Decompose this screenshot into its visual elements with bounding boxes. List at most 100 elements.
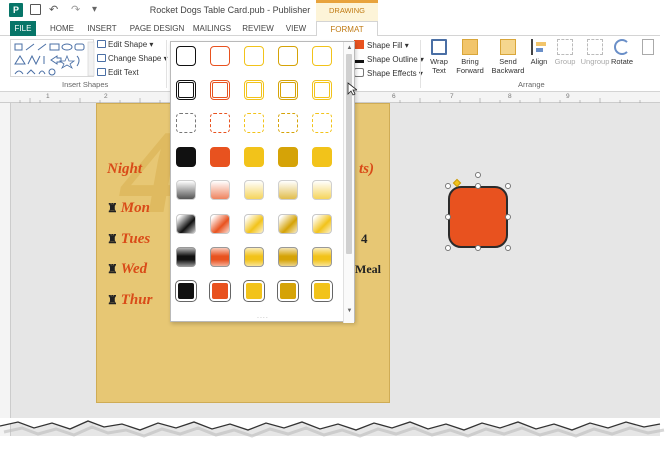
shape-style-swatch[interactable] xyxy=(176,46,196,66)
shape-style-swatch[interactable] xyxy=(278,46,298,66)
shape-style-swatch[interactable] xyxy=(244,280,264,301)
shape-style-swatch[interactable] xyxy=(312,247,332,267)
shape-style-swatch[interactable] xyxy=(210,146,230,167)
shape-style-swatch[interactable] xyxy=(210,113,230,133)
shape-style-swatch[interactable] xyxy=(210,280,230,301)
shape-style-swatch[interactable] xyxy=(176,280,196,301)
tab-format[interactable]: FORMAT xyxy=(316,21,378,37)
shape-style-swatch[interactable] xyxy=(210,46,230,66)
block-arrow-shape-icon[interactable] xyxy=(50,55,62,65)
shape-style-swatch[interactable] xyxy=(176,113,196,133)
send-backward-button[interactable]: Send Backward xyxy=(488,39,528,75)
resize-handle-nw[interactable] xyxy=(445,183,451,189)
shape-style-swatch[interactable] xyxy=(244,213,264,234)
tab-page-design[interactable]: PAGE DESIGN xyxy=(128,21,186,36)
wrap-text-button[interactable]: Wrap Text xyxy=(424,39,454,75)
shape-style-swatch[interactable] xyxy=(244,46,264,66)
shapes-gallery-scroll[interactable] xyxy=(87,41,95,77)
edit-shape-button[interactable]: Edit Shape ▾ xyxy=(97,40,153,49)
shape-styles-gallery[interactable]: ▲ ▼ .... xyxy=(170,41,355,323)
arc-shape-icon[interactable] xyxy=(14,70,24,75)
shape-effects-button[interactable]: Shape Effects ▾ xyxy=(354,68,423,78)
card-text-night[interactable]: Night xyxy=(107,161,142,178)
edit-text-button[interactable]: Edit Text xyxy=(97,68,139,77)
rotation-handle[interactable] xyxy=(475,172,481,178)
circle-shape-icon[interactable] xyxy=(48,68,56,76)
shape-style-swatch[interactable] xyxy=(176,247,196,267)
line-shape-icon[interactable] xyxy=(25,43,35,51)
shape-style-swatch[interactable] xyxy=(176,180,196,200)
more-arrange-button[interactable] xyxy=(640,39,656,57)
triangle-shape-icon[interactable] xyxy=(14,55,26,65)
shape-style-swatch[interactable] xyxy=(244,180,264,200)
align-button[interactable]: Align xyxy=(528,39,550,66)
rounded-rectangle-shape[interactable] xyxy=(448,186,508,248)
tab-file[interactable]: FILE xyxy=(10,21,36,36)
card-text-tuesday-end[interactable]: 4 xyxy=(361,231,368,247)
shape-style-swatch[interactable] xyxy=(278,146,298,167)
resize-handle-n[interactable] xyxy=(475,183,481,189)
tab-review[interactable]: REVIEW xyxy=(238,21,278,36)
shape-style-swatch[interactable] xyxy=(244,79,264,100)
card-text-monday[interactable]: ♜ Mon xyxy=(107,200,150,217)
card-text-thursday[interactable]: ♜ Thur xyxy=(107,292,152,309)
rectangle-shape-icon[interactable] xyxy=(49,43,60,51)
shape-style-swatch[interactable] xyxy=(278,247,298,267)
freeform-shape-icon[interactable] xyxy=(27,54,41,66)
brace-shape-icon[interactable] xyxy=(76,55,80,67)
resize-handle-s[interactable] xyxy=(475,245,481,251)
resize-handle-e[interactable] xyxy=(505,214,511,220)
card-text-night-end[interactable]: ts) xyxy=(359,161,374,178)
rounded-rect-shape-icon[interactable] xyxy=(74,43,85,51)
shape-style-swatch[interactable] xyxy=(312,180,332,200)
bring-forward-button[interactable]: Bring Forward xyxy=(452,39,488,75)
shape-style-swatch[interactable] xyxy=(278,79,298,100)
shape-outline-button[interactable]: Shape Outline ▾ xyxy=(354,54,424,64)
card-text-tuesday[interactable]: ♜ Tues xyxy=(107,231,150,248)
rotate-button[interactable]: Rotate xyxy=(608,39,636,66)
resize-handle-ne[interactable] xyxy=(505,183,511,189)
star-shape-icon[interactable] xyxy=(58,54,76,70)
shape-style-swatch[interactable] xyxy=(312,79,332,100)
gallery-resize-grip[interactable]: .... xyxy=(257,313,269,320)
curve-shape-icon[interactable] xyxy=(38,70,46,75)
shape-style-swatch[interactable] xyxy=(278,180,298,200)
scroll-down-icon[interactable]: ▼ xyxy=(345,308,354,314)
tab-mailings[interactable]: MAILINGS xyxy=(190,21,234,36)
arrow-shape-icon[interactable] xyxy=(37,43,47,51)
shape-style-swatch[interactable] xyxy=(312,213,332,234)
shape-style-swatch[interactable] xyxy=(176,213,196,234)
tab-home[interactable]: HOME xyxy=(44,21,80,36)
shape-fill-button[interactable]: Shape Fill ▾ xyxy=(354,40,409,50)
shape-style-swatch[interactable] xyxy=(176,146,196,167)
tab-insert[interactable]: INSERT xyxy=(82,21,122,36)
text-box-icon[interactable] xyxy=(14,43,23,51)
shape-style-swatch[interactable] xyxy=(312,113,332,133)
resize-handle-se[interactable] xyxy=(505,245,511,251)
shape-style-swatch[interactable] xyxy=(312,280,332,301)
shape-style-swatch[interactable] xyxy=(312,46,332,66)
shape-style-swatch[interactable] xyxy=(312,146,332,167)
chevron-shape-icon[interactable] xyxy=(26,69,36,75)
oval-shape-icon[interactable] xyxy=(61,43,73,51)
card-text-wednesday-end[interactable]: Meal xyxy=(355,262,381,277)
shape-style-swatch[interactable] xyxy=(210,247,230,267)
shape-style-swatch[interactable] xyxy=(278,113,298,133)
insert-shapes-gallery[interactable] xyxy=(10,39,95,77)
vertical-ruler[interactable] xyxy=(0,103,11,436)
shape-style-swatch[interactable] xyxy=(244,113,264,133)
shape-style-swatch[interactable] xyxy=(210,79,230,100)
shape-style-swatch[interactable] xyxy=(176,79,196,100)
shape-style-swatch[interactable] xyxy=(278,213,298,234)
change-shape-button[interactable]: Change Shape ▾ xyxy=(97,54,168,63)
tab-view[interactable]: VIEW xyxy=(282,21,310,36)
shape-style-swatch[interactable] xyxy=(210,213,230,234)
shape-style-swatch[interactable] xyxy=(244,146,264,167)
resize-handle-sw[interactable] xyxy=(445,245,451,251)
selected-rounded-rectangle[interactable] xyxy=(445,172,511,251)
shape-style-swatch[interactable] xyxy=(210,180,230,200)
scroll-up-icon[interactable]: ▲ xyxy=(345,45,354,51)
shape-style-swatch[interactable] xyxy=(278,280,298,301)
resize-handle-w[interactable] xyxy=(445,214,451,220)
card-text-wednesday[interactable]: ♜ Wed xyxy=(107,261,147,278)
